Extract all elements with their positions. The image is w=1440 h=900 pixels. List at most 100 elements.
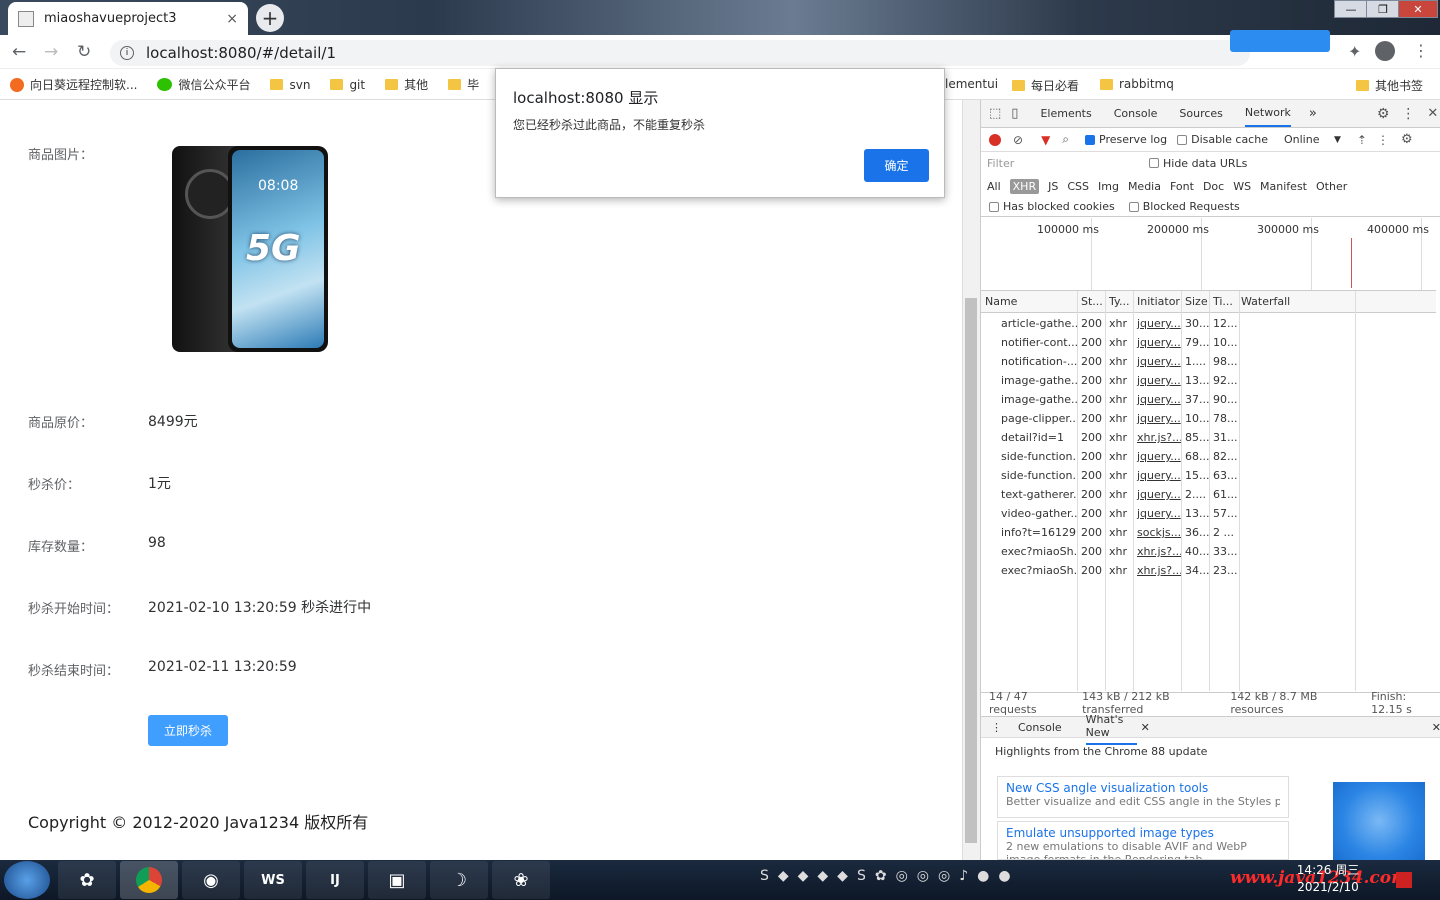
column-header[interactable]: Initiator — [1133, 295, 1181, 308]
request-cell[interactable]: jquery... — [1133, 336, 1181, 349]
request-cell[interactable]: xhr.js?... — [1133, 564, 1181, 577]
request-cell[interactable]: jquery... — [1133, 469, 1181, 482]
request-cell[interactable]: jquery... — [1133, 412, 1181, 425]
request-cell[interactable]: jquery... — [1133, 374, 1181, 387]
bookmark-item[interactable]: 毕 — [448, 76, 479, 93]
browser-tab[interactable]: miaoshavueproject3 × — [8, 2, 248, 35]
type-filter-doc[interactable]: Doc — [1203, 180, 1224, 193]
info-icon[interactable]: i — [120, 46, 134, 60]
inspect-icon[interactable]: ⬚ — [989, 106, 1001, 121]
devtools-menu-icon[interactable]: ⋮ — [1401, 106, 1415, 122]
seckill-button[interactable]: 立即秒杀 — [148, 715, 228, 746]
address-bar[interactable]: i localhost:8080/#/detail/1 — [110, 40, 1250, 66]
taskbar-app-icon[interactable]: ▣ — [368, 861, 426, 899]
throttle-select[interactable]: Online — [1284, 133, 1334, 146]
remote-app-icon[interactable]: ❀ — [492, 861, 550, 899]
request-cell[interactable]: jquery... — [1133, 450, 1181, 463]
new-tab-button[interactable]: + — [256, 4, 284, 32]
chevron-down-icon[interactable]: ▼ — [1334, 135, 1341, 145]
bookmark-item[interactable]: 其他 — [385, 76, 428, 93]
whats-new-close-icon[interactable]: ✕ — [1141, 721, 1150, 734]
taskbar-app-icon[interactable]: ✿ — [58, 861, 116, 899]
drawer-menu-icon[interactable]: ⋮ — [991, 721, 1002, 734]
type-filter-js[interactable]: JS — [1048, 180, 1058, 193]
bookmark-item[interactable]: 其他书签 — [1356, 77, 1423, 94]
column-header[interactable]: Waterfall — [1237, 295, 1427, 308]
type-filter-font[interactable]: Font — [1170, 180, 1194, 193]
minimize-button[interactable]: — — [1334, 0, 1368, 18]
webstorm-icon[interactable]: WS — [244, 861, 302, 899]
type-filter-other[interactable]: Other — [1316, 180, 1347, 193]
tab-elements[interactable]: Elements — [1040, 107, 1091, 120]
device-toolbar-icon[interactable]: ▯ — [1011, 106, 1018, 121]
drawer-tab-whats-new[interactable]: What's New — [1085, 709, 1137, 745]
column-header[interactable]: Name — [981, 295, 1077, 308]
taskbar-clock[interactable]: 14:26 周三 2021/2/10 — [1288, 862, 1368, 896]
tab-console[interactable]: Console — [1114, 107, 1158, 120]
preserve-log-checkbox[interactable] — [1085, 134, 1096, 145]
record-icon[interactable] — [989, 133, 1001, 146]
taskbar-app-icon[interactable]: ◉ — [182, 861, 240, 899]
reload-icon[interactable]: ↻ — [77, 42, 91, 62]
page-scrollbar-thumb[interactable] — [965, 298, 977, 843]
import-icon[interactable]: ⇡ — [1357, 133, 1367, 147]
system-tray-icons[interactable]: S◆◆◆◆S✿◎◎◎♪●● — [760, 868, 1020, 884]
profile-avatar[interactable] — [1375, 41, 1395, 61]
bookmark-item[interactable]: svn — [270, 78, 310, 92]
type-filter-xhr[interactable]: XHR — [1009, 178, 1040, 194]
close-window-button[interactable]: ✕ — [1398, 0, 1438, 18]
bookmark-item[interactable]: 向日葵远程控制软... — [10, 76, 137, 93]
forward-icon[interactable]: → — [44, 42, 58, 62]
search-icon[interactable]: ⌕ — [1062, 132, 1069, 147]
column-header[interactable]: Ty... — [1105, 295, 1133, 308]
hide-data-urls-checkbox[interactable] — [1149, 158, 1159, 168]
network-settings-icon[interactable]: ⚙ — [1401, 132, 1413, 147]
blocked-cookies-checkbox[interactable] — [989, 201, 999, 212]
filter-icon[interactable]: ▼ — [1041, 133, 1050, 147]
start-button[interactable] — [4, 861, 50, 899]
drawer-tab-console[interactable]: Console — [1018, 721, 1062, 734]
dialog-ok-button[interactable]: 确定 — [864, 149, 929, 182]
bookmark-item[interactable]: git — [330, 78, 365, 92]
type-filter-img[interactable]: Img — [1098, 180, 1119, 193]
taskbar-app-icon[interactable]: ☽ — [430, 861, 488, 899]
bookmark-item[interactable]: lementui — [945, 77, 998, 91]
tab-network[interactable]: Network — [1244, 100, 1291, 127]
request-cell[interactable]: sockjs... — [1133, 526, 1181, 539]
type-filter-manifest[interactable]: Manifest — [1260, 180, 1307, 193]
remote-tool-badge[interactable] — [1230, 30, 1330, 52]
type-filter-media[interactable]: Media — [1128, 180, 1161, 193]
devtools-close-icon[interactable]: ✕ — [1427, 106, 1438, 121]
blocked-requests-checkbox[interactable] — [1128, 201, 1139, 212]
request-cell[interactable]: jquery... — [1133, 355, 1181, 368]
chrome-icon[interactable] — [120, 861, 178, 899]
request-cell[interactable]: xhr.js?... — [1133, 431, 1181, 444]
bookmark-item[interactable]: rabbitmq — [1100, 77, 1174, 91]
more-tabs-icon[interactable]: » — [1309, 106, 1317, 121]
column-header[interactable]: Ti... — [1209, 295, 1237, 308]
clear-icon[interactable]: ⊘ — [1013, 133, 1023, 147]
bookmark-item[interactable]: 每日必看 — [1012, 77, 1079, 94]
request-cell[interactable]: jquery... — [1133, 393, 1181, 406]
filter-input[interactable]: Filter — [987, 157, 1137, 170]
request-cell[interactable]: jquery... — [1133, 507, 1181, 520]
request-cell[interactable]: jquery... — [1133, 488, 1181, 501]
back-icon[interactable]: ← — [12, 42, 26, 62]
column-header[interactable]: St... — [1077, 295, 1105, 308]
column-header[interactable]: Size — [1181, 295, 1209, 308]
settings-icon[interactable]: ⚙ — [1377, 106, 1390, 122]
whats-new-card[interactable]: New CSS angle visualization tools Better… — [997, 776, 1289, 818]
notification-icon[interactable] — [1396, 872, 1412, 888]
disable-cache-checkbox[interactable] — [1177, 134, 1188, 145]
request-cell[interactable]: jquery... — [1133, 317, 1181, 330]
whats-new-card[interactable]: Emulate unsupported image types 2 new em… — [997, 821, 1289, 860]
bookmark-item[interactable]: 微信公众平台 — [157, 76, 250, 93]
type-filter-all[interactable]: All — [987, 180, 1001, 193]
tab-close-icon[interactable]: × — [226, 11, 238, 27]
menu-icon[interactable]: ⋮ — [1413, 41, 1429, 60]
intellij-icon[interactable]: IJ — [306, 861, 364, 899]
maximize-button[interactable]: ❐ — [1366, 0, 1400, 18]
tab-sources[interactable]: Sources — [1179, 107, 1223, 120]
request-cell[interactable]: xhr.js?... — [1133, 545, 1181, 558]
export-icon[interactable]: ⋮ — [1377, 133, 1389, 147]
